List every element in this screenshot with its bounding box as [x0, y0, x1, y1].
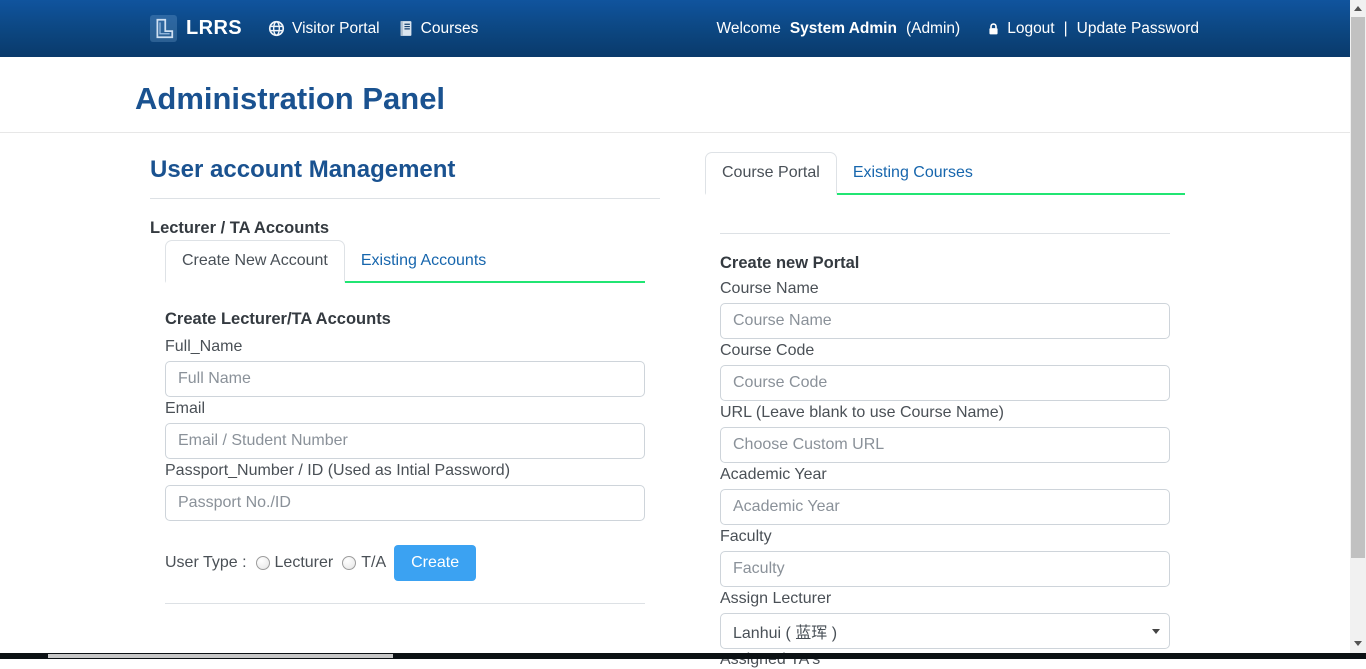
tab-course-portal[interactable]: Course Portal [705, 152, 837, 195]
separator: | [1064, 20, 1068, 38]
update-password-label: Update Password [1077, 20, 1199, 38]
bottom-scrollbar-thumb[interactable] [48, 654, 393, 658]
assign-lecturer-value: Lanhui ( 蓝珲 ) [733, 619, 837, 643]
book-icon [398, 20, 414, 37]
nav-item-label: Courses [421, 20, 479, 38]
create-button[interactable]: Create [394, 545, 476, 581]
course-name-group: Course Name [720, 279, 1170, 339]
brand-title: LRRS [186, 17, 242, 40]
passport-label: Passport_Number / ID (Used as Intial Pas… [165, 461, 645, 480]
nav-item-courses[interactable]: Courses [398, 20, 479, 38]
assign-lecturer-label: Assign Lecturer [720, 589, 1170, 608]
top-navbar: LRRS Visitor Portal Courses [0, 0, 1350, 57]
custom-url-label: URL (Leave blank to use Course Name) [720, 403, 1170, 422]
subsection-title: Lecturer / TA Accounts [150, 219, 660, 238]
faculty-group: Faculty [720, 527, 1170, 587]
full-name-group: Full_Name [165, 337, 645, 397]
section-title: User account Management [150, 156, 660, 184]
custom-url-input[interactable] [720, 427, 1170, 463]
assign-lecturer-group: Assign Lecturer Lanhui ( 蓝珲 ) [720, 589, 1170, 649]
user-role: (Admin) [906, 20, 960, 38]
form-heading: Create new Portal [720, 254, 1170, 273]
logout-label: Logout [1007, 20, 1054, 38]
course-portal-panel: Course Portal Existing Courses Create ne… [705, 133, 1185, 669]
passport-input[interactable] [165, 485, 645, 521]
nav-item-label: Visitor Portal [292, 20, 380, 38]
lock-icon [986, 21, 1001, 37]
user-type-row: User Type : Lecturer T/A Create [165, 545, 645, 581]
tab-existing-accounts[interactable]: Existing Accounts [345, 241, 502, 281]
academic-year-label: Academic Year [720, 465, 1170, 484]
divider [720, 233, 1170, 234]
lrrs-logo-icon [150, 15, 177, 42]
course-name-label: Course Name [720, 279, 1170, 298]
course-code-label: Course Code [720, 341, 1170, 360]
chevron-down-icon [1152, 629, 1160, 634]
tab-create-new-account[interactable]: Create New Account [165, 240, 345, 283]
scrollbar-thumb[interactable] [1351, 17, 1365, 558]
ta-radio-label: T/A [361, 554, 386, 572]
lecturer-radio-label: Lecturer [275, 554, 334, 572]
assign-lecturer-select[interactable]: Lanhui ( 蓝珲 ) [720, 613, 1170, 649]
user-type-label: User Type : [165, 554, 247, 572]
ta-radio[interactable] [342, 556, 356, 570]
divider [150, 198, 660, 199]
page-header: Administration Panel [0, 57, 1350, 133]
bottom-taskbar-edge [0, 653, 1366, 659]
user-name: System Admin [790, 20, 897, 38]
page-title: Administration Panel [0, 57, 1350, 117]
academic-year-group: Academic Year [720, 465, 1170, 525]
course-name-input[interactable] [720, 303, 1170, 339]
passport-group: Passport_Number / ID (Used as Intial Pas… [165, 461, 645, 521]
full-name-label: Full_Name [165, 337, 645, 356]
create-account-form: Create Lecturer/TA Accounts Full_Name Em… [150, 283, 660, 581]
vertical-scrollbar [1350, 0, 1366, 659]
navbar-links: Visitor Portal Courses [268, 20, 478, 38]
faculty-label: Faculty [720, 527, 1170, 546]
navbar-user-area: Welcome System Admin (Admin) Logout | Up… [717, 20, 1199, 38]
create-portal-form: Create new Portal Course Name Course Cod… [705, 254, 1185, 669]
faculty-input[interactable] [720, 551, 1170, 587]
welcome-text: Welcome [717, 20, 781, 38]
course-code-group: Course Code [720, 341, 1170, 401]
email-input[interactable] [165, 423, 645, 459]
scroll-down-arrow-icon[interactable] [1350, 635, 1366, 652]
full-name-input[interactable] [165, 361, 645, 397]
brand-link[interactable]: LRRS [150, 15, 242, 42]
custom-url-group: URL (Leave blank to use Course Name) [720, 403, 1170, 463]
update-password-link[interactable]: Update Password [1077, 20, 1199, 38]
account-tabs: Create New Account Existing Accounts [165, 240, 645, 283]
course-tabs: Course Portal Existing Courses [705, 152, 1185, 195]
logout-link[interactable]: Logout [986, 20, 1054, 38]
form-heading: Create Lecturer/TA Accounts [165, 310, 645, 329]
tab-existing-courses[interactable]: Existing Courses [837, 153, 989, 193]
academic-year-input[interactable] [720, 489, 1170, 525]
course-code-input[interactable] [720, 365, 1170, 401]
nav-item-visitor-portal[interactable]: Visitor Portal [268, 20, 380, 38]
divider [165, 603, 645, 604]
scroll-up-arrow-icon[interactable] [1350, 0, 1366, 17]
lecturer-radio[interactable] [256, 556, 270, 570]
user-account-management-panel: User account Management Lecturer / TA Ac… [150, 133, 660, 604]
globe-icon [268, 20, 285, 37]
email-label: Email [165, 399, 645, 418]
email-group: Email [165, 399, 645, 459]
